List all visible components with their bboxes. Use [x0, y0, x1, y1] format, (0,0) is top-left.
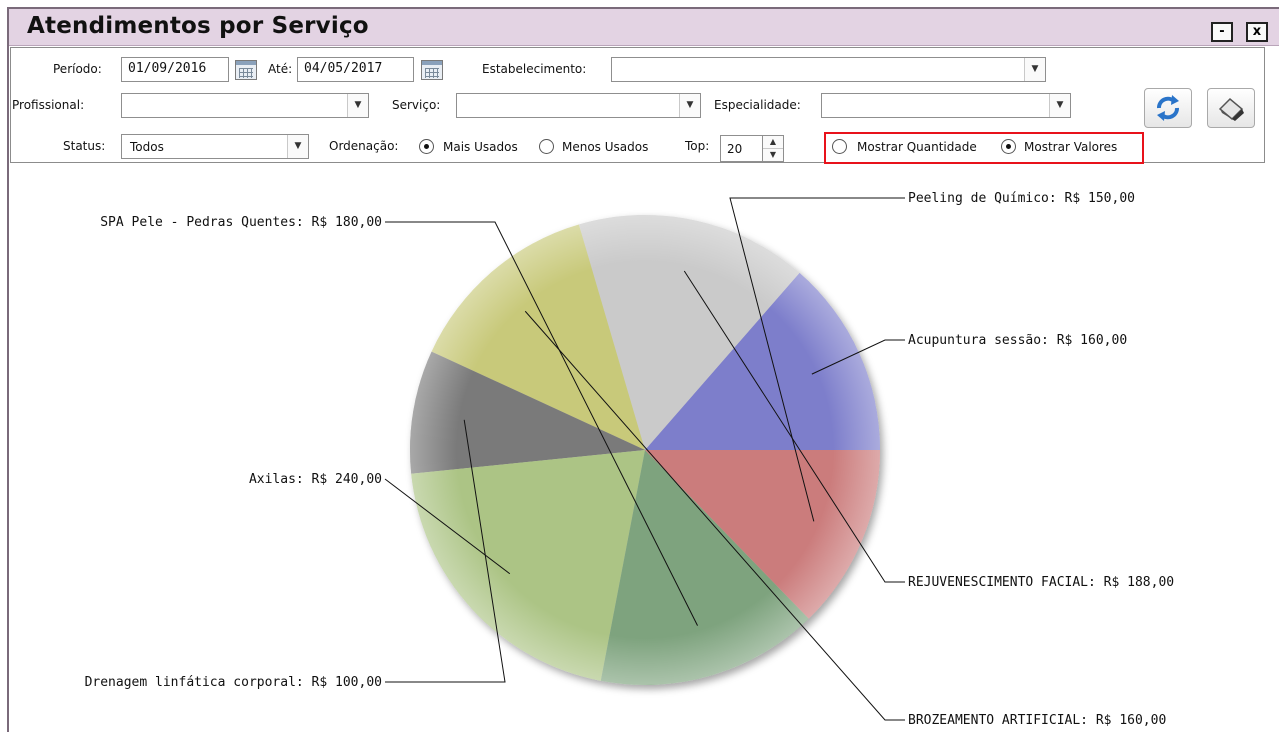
- slice-label: Drenagem linfática corporal: R$ 100,00: [85, 675, 382, 690]
- slice-label: SPA Pele - Pedras Quentes: R$ 180,00: [100, 215, 382, 230]
- slice-label: Axilas: R$ 240,00: [249, 472, 382, 487]
- slice-label: BROZEAMENTO ARTIFICIAL: R$ 160,00: [908, 713, 1166, 728]
- slice-label: REJUVENESCIMENTO FACIAL: R$ 188,00: [908, 575, 1174, 590]
- slice-label: Acupuntura sessão: R$ 160,00: [908, 333, 1127, 348]
- pie-chart: Acupuntura sessão: R$ 160,00 REJUVENESCIM…: [85, 191, 1175, 728]
- slice-label: Peeling de Químico: R$ 150,00: [908, 191, 1135, 206]
